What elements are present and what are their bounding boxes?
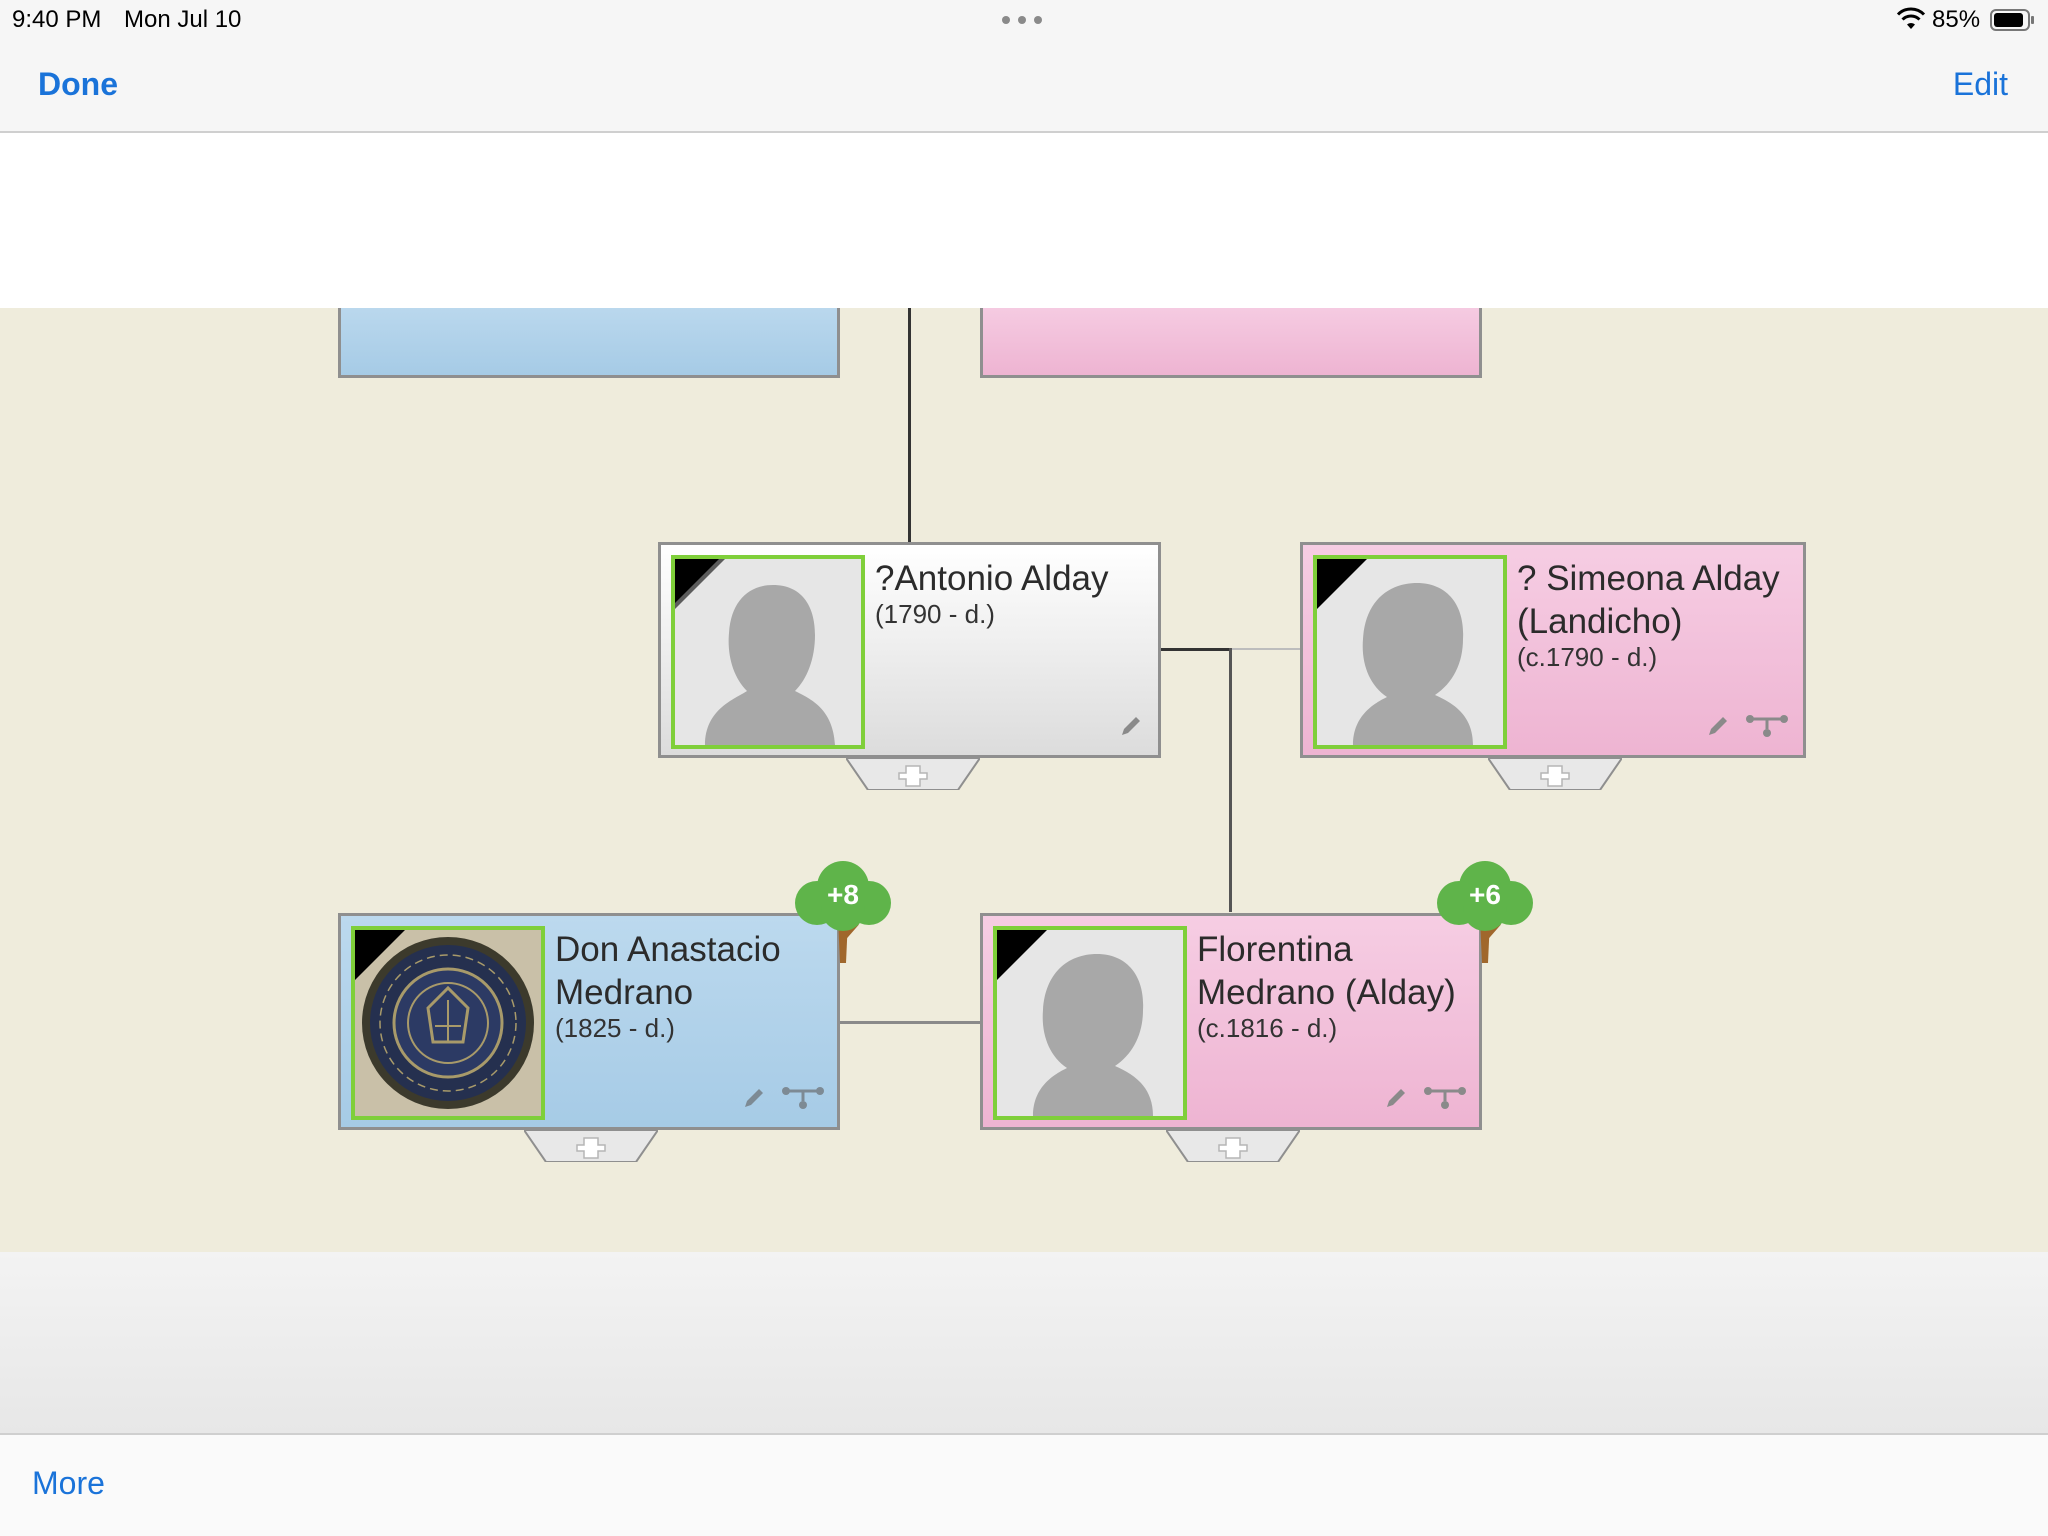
battery-icon (1990, 9, 2034, 31)
partial-person-card-male[interactable] (338, 308, 840, 378)
person-card-antonio-alday[interactable]: ?Antonio Alday (1790 - d.) (658, 542, 1161, 790)
person-card-simeona-alday[interactable]: ? Simeona Alday (Landicho) (c.1790 - d.) (1300, 542, 1806, 790)
descendants-tree-badge[interactable]: +6 (1435, 859, 1535, 963)
more-button[interactable]: More (32, 1465, 105, 1502)
card-actions (741, 1085, 825, 1111)
card-actions (1383, 1085, 1467, 1111)
descendants-count: +8 (827, 879, 859, 910)
family-tree-screen: 9:40 PM Mon Jul 10 85% Done Edit ?Antoni… (0, 0, 2048, 1536)
wifi-icon (1896, 7, 1926, 29)
bottom-toolbar: More (0, 1435, 2048, 1536)
silhouette-female-icon (997, 930, 1183, 1116)
person-card-anastacio-medrano[interactable]: Don Anastacio Medrano (1825 - d.) (338, 913, 840, 1162)
tree-icon (1437, 861, 1533, 963)
person-card-florentina-medrano[interactable]: Florentina Medrano (Alday) (c.1816 - d.) (980, 913, 1482, 1162)
status-time: 9:40 PM (12, 6, 102, 33)
family-tree-icon[interactable] (1745, 713, 1789, 739)
profile-photo (1313, 555, 1507, 749)
card-actions (1118, 713, 1144, 739)
navigation-bar: Done Edit (0, 40, 2048, 133)
card-actions (1705, 713, 1789, 739)
profile-photo (351, 926, 545, 1120)
family-tree-icon[interactable] (1423, 1085, 1467, 1111)
add-relative-tab[interactable] (1488, 758, 1622, 790)
status-date: Mon Jul 10 (124, 6, 242, 33)
connector-line (840, 1021, 980, 1024)
battery-percent: 85% (1932, 6, 1981, 33)
multitasking-dots-icon[interactable] (1002, 16, 1042, 24)
person-dates: (1790 - d.) (875, 599, 995, 629)
tree-canvas[interactable]: ?Antonio Alday (1790 - d.) ? Simeona Ald… (0, 308, 2048, 1252)
bottom-panel (0, 1252, 2048, 1435)
profile-photo (671, 555, 865, 749)
add-relative-tab[interactable] (524, 1130, 658, 1162)
add-relative-tab[interactable] (846, 758, 980, 790)
pencil-icon[interactable] (1705, 713, 1731, 739)
silhouette-female-icon (1317, 559, 1503, 745)
person-dates: (1825 - d.) (555, 1013, 675, 1043)
person-name: ? Simeona Alday (Landicho) (1517, 559, 1780, 641)
pencil-icon[interactable] (741, 1085, 767, 1111)
add-relative-tab[interactable] (1166, 1130, 1300, 1162)
partial-person-card-female[interactable] (980, 308, 1482, 378)
descendants-tree-badge[interactable]: +8 (793, 859, 893, 963)
connector-line (908, 308, 911, 542)
person-dates: (c.1790 - d.) (1517, 642, 1658, 672)
edit-button[interactable]: Edit (1953, 66, 2008, 103)
connector-line (1229, 648, 1232, 912)
pencil-icon[interactable] (1383, 1085, 1409, 1111)
tree-icon (795, 861, 891, 963)
pencil-icon[interactable] (1118, 713, 1144, 739)
seal-photo (355, 930, 541, 1116)
person-name: ?Antonio Alday (875, 559, 1109, 598)
descendants-count: +6 (1469, 879, 1501, 910)
connector-line (1161, 648, 1232, 651)
done-button[interactable]: Done (38, 66, 118, 103)
person-dates: (c.1816 - d.) (1197, 1013, 1338, 1043)
family-tree-icon[interactable] (781, 1085, 825, 1111)
connector-line (1232, 648, 1300, 650)
profile-photo (993, 926, 1187, 1120)
status-bar: 9:40 PM Mon Jul 10 85% (0, 0, 2048, 40)
silhouette-male-icon (675, 559, 861, 745)
